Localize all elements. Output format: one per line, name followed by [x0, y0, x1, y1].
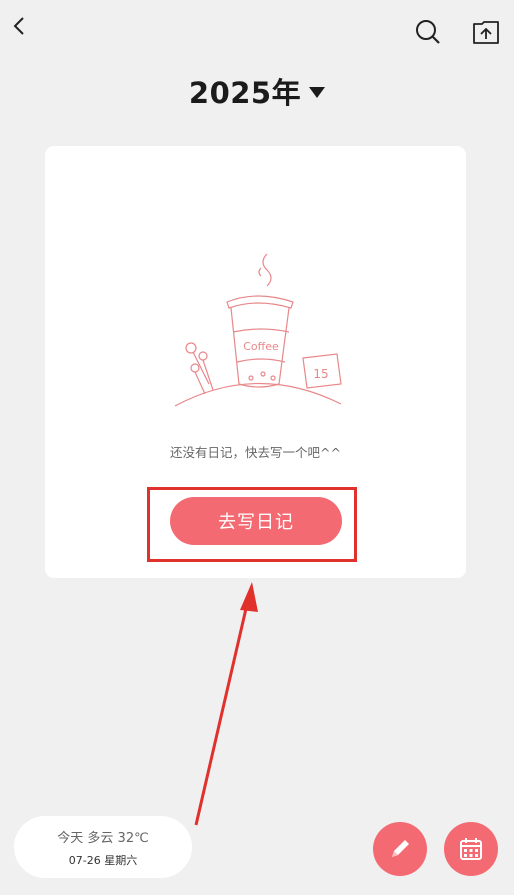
search-icon	[416, 20, 440, 44]
back-button[interactable]	[2, 8, 38, 44]
diary-empty-card: Coffee 15 还没有日记，快去写一个吧^^ 去写日记	[45, 146, 466, 578]
weather-widget[interactable]: 今天 多云 32℃ 07-26 星期六	[14, 816, 192, 878]
weather-date: 07-26 星期六	[68, 853, 138, 867]
write-diary-button[interactable]: 去写日记	[170, 497, 342, 545]
pencil-icon	[392, 840, 409, 857]
coffee-illustration: Coffee 15	[174, 253, 342, 407]
chevron-left-icon	[13, 17, 24, 35]
write-fab-button[interactable]	[373, 822, 427, 876]
annotation-arrow	[194, 582, 258, 826]
search-button[interactable]	[408, 12, 448, 52]
triangle-down-icon	[309, 86, 326, 98]
year-label: 2025年	[188, 76, 302, 110]
year-picker[interactable]: 2025年	[0, 70, 514, 112]
cloud-upload-button[interactable]	[466, 12, 506, 52]
weather-summary: 今天 多云 32℃	[57, 830, 149, 846]
calendar-icon	[460, 838, 482, 860]
calendar-fab-button[interactable]	[444, 822, 498, 876]
illustration-date-text: 15	[313, 367, 328, 381]
empty-state-message: 还没有日记，快去写一个吧^^	[170, 445, 341, 460]
illustration-coffee-text: Coffee	[243, 340, 279, 353]
cloud-upload-icon	[473, 21, 499, 44]
